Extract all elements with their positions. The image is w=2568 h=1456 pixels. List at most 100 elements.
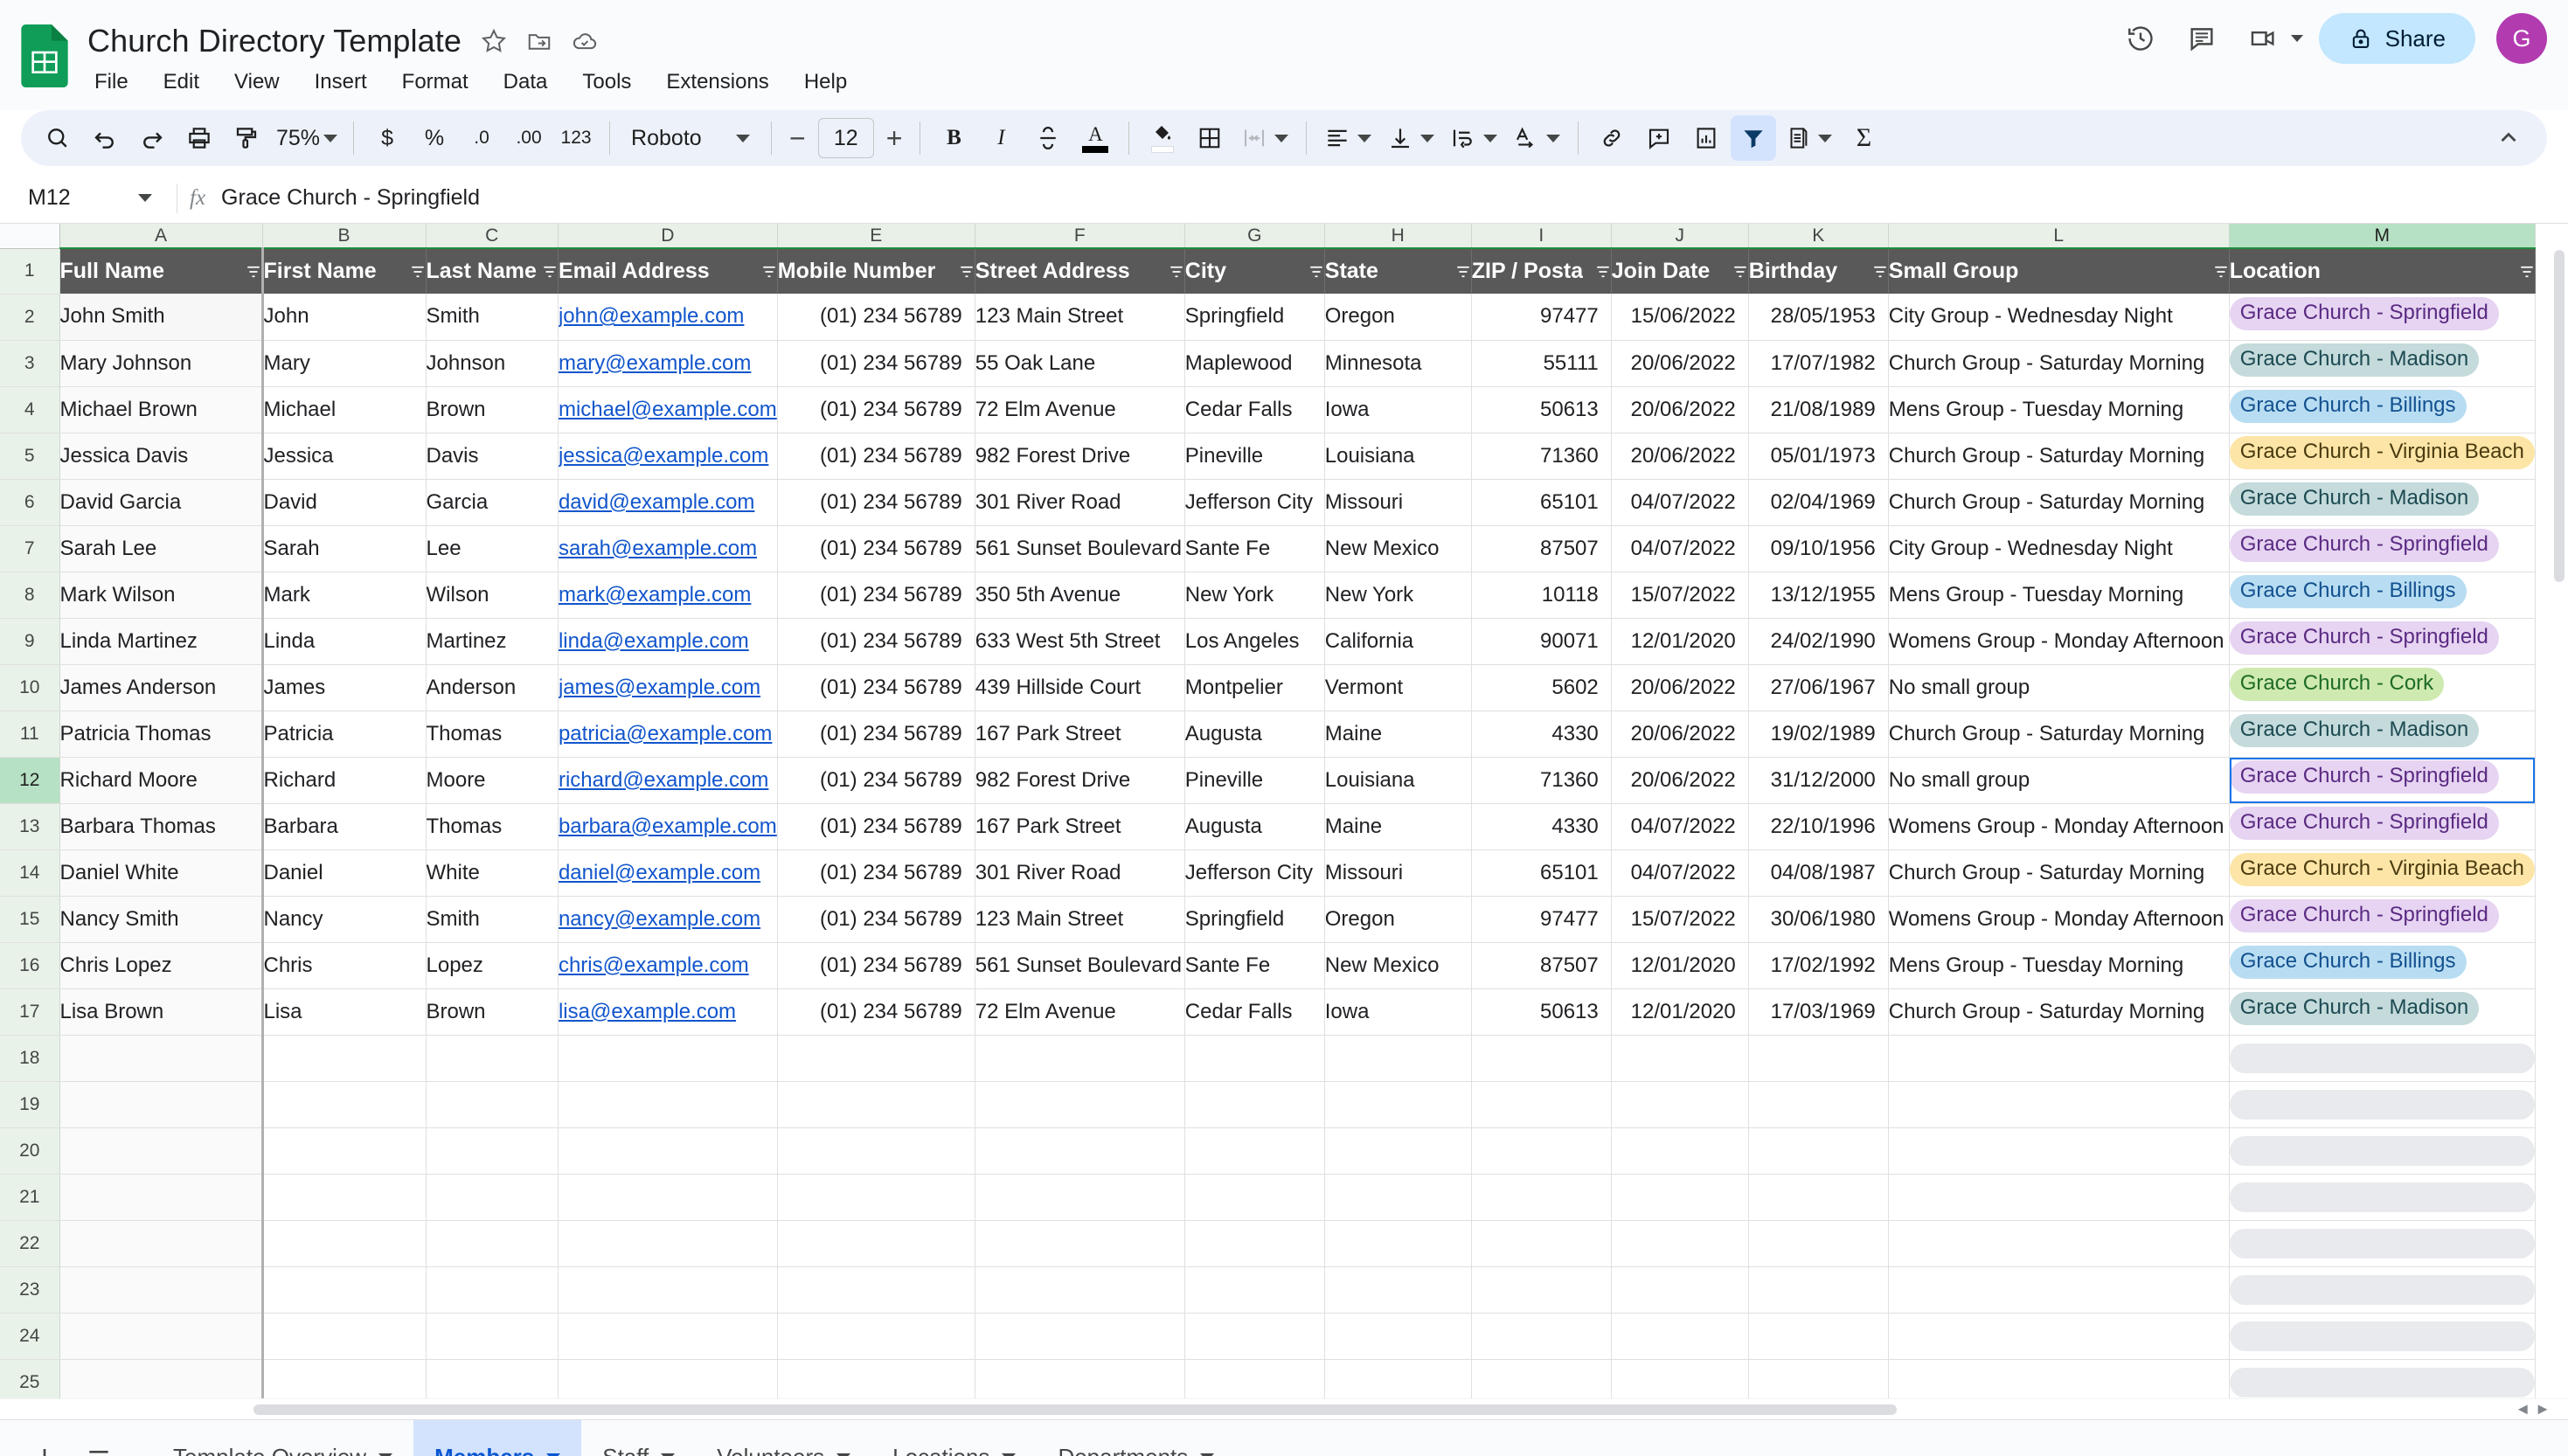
cell-join-date[interactable]: 12/01/2020 [1611, 942, 1749, 989]
insert-link-icon[interactable] [1589, 115, 1634, 161]
cell-zip[interactable]: 87507 [1471, 525, 1612, 572]
table-cell-empty[interactable] [59, 1266, 264, 1314]
table-cell-empty[interactable] [1324, 1359, 1472, 1398]
redo-icon[interactable] [129, 115, 175, 161]
table-cell-empty[interactable] [1471, 1081, 1612, 1128]
menu-item-edit[interactable]: Edit [158, 68, 205, 96]
cell-birthday[interactable]: 31/12/2000 [1748, 757, 1889, 804]
table-cell-empty[interactable] [262, 1313, 427, 1360]
table-cell-empty[interactable] [1471, 1266, 1612, 1314]
row-header-25[interactable]: 25 [0, 1359, 60, 1398]
column-header-f[interactable]: F [975, 224, 1185, 249]
cell-full-name[interactable]: John Smith [59, 294, 264, 341]
row-header-18[interactable]: 18 [0, 1035, 60, 1082]
cell-city[interactable]: Sante Fe [1184, 525, 1325, 572]
cell-email-address[interactable]: linda@example.com [558, 618, 778, 665]
row-header-17[interactable]: 17 [0, 988, 60, 1036]
cell-street-address[interactable]: 167 Park Street [975, 711, 1185, 758]
cell-city[interactable]: Jefferson City [1184, 849, 1325, 897]
name-box[interactable]: M12 [16, 178, 164, 218]
table-cell-empty[interactable] [59, 1220, 264, 1267]
cell-location[interactable]: Grace Church - Springfield [2229, 896, 2536, 943]
cell-small-group[interactable]: No small group [1888, 757, 2230, 804]
cell-city[interactable]: Springfield [1184, 294, 1325, 341]
cell-first-name[interactable]: Sarah [262, 525, 427, 572]
cell-city[interactable]: Pineville [1184, 757, 1325, 804]
table-cell-empty[interactable] [975, 1313, 1185, 1360]
cell-full-name[interactable]: Sarah Lee [59, 525, 264, 572]
table-cell-empty[interactable] [1888, 1220, 2230, 1267]
cell-email-address[interactable]: james@example.com [558, 664, 778, 711]
column-header-e[interactable]: E [777, 224, 975, 249]
cell-small-group[interactable]: Mens Group - Tuesday Morning [1888, 572, 2230, 619]
cell-small-group[interactable]: Mens Group - Tuesday Morning [1888, 386, 2230, 433]
cell-zip[interactable]: 4330 [1471, 711, 1612, 758]
cell-email-address[interactable]: john@example.com [558, 294, 778, 341]
email-link[interactable]: richard@example.com [559, 768, 768, 792]
cell-email-address[interactable]: daniel@example.com [558, 849, 778, 897]
cell-zip[interactable]: 10118 [1471, 572, 1612, 619]
cell-full-name[interactable]: Daniel White [59, 849, 264, 897]
cell-state[interactable]: Louisiana [1324, 757, 1472, 804]
cell-street-address[interactable]: 982 Forest Drive [975, 433, 1185, 480]
column-header-l[interactable]: L [1888, 224, 2230, 249]
strikethrough-icon[interactable] [1025, 115, 1071, 161]
table-cell-empty[interactable] [262, 1174, 427, 1221]
cell-last-name[interactable]: Wilson [426, 572, 559, 619]
table-cell-empty[interactable] [426, 1174, 559, 1221]
table-cell-empty[interactable] [1184, 1035, 1325, 1082]
table-cell-empty[interactable] [975, 1035, 1185, 1082]
horizontal-scroll-thumb[interactable] [253, 1404, 1897, 1415]
text-wrap-icon[interactable] [1443, 115, 1504, 161]
table-cell-empty[interactable] [1184, 1127, 1325, 1175]
email-link[interactable]: linda@example.com [559, 629, 749, 653]
cell-email-address[interactable]: michael@example.com [558, 386, 778, 433]
row-header-20[interactable]: 20 [0, 1127, 60, 1175]
cell-birthday[interactable]: 27/06/1967 [1748, 664, 1889, 711]
cell-small-group[interactable]: Church Group - Saturday Morning [1888, 711, 2230, 758]
column-header-c[interactable]: C [426, 224, 559, 249]
cell-location[interactable]: Grace Church - Springfield [2229, 525, 2536, 572]
cell-first-name[interactable]: John [262, 294, 427, 341]
cell-last-name[interactable]: White [426, 849, 559, 897]
cell-first-name[interactable]: Barbara [262, 803, 427, 850]
cell-street-address[interactable]: 123 Main Street [975, 896, 1185, 943]
table-cell-empty[interactable] [777, 1081, 975, 1128]
table-cell-empty[interactable] [59, 1127, 264, 1175]
cell-state[interactable]: Oregon [1324, 896, 1472, 943]
cell-state[interactable]: Maine [1324, 803, 1472, 850]
video-call-icon[interactable] [2237, 12, 2289, 65]
row-header-1[interactable]: 1 [0, 248, 60, 295]
cell-last-name[interactable]: Davis [426, 433, 559, 480]
video-call-button[interactable] [2237, 12, 2303, 65]
cell-state[interactable]: Maine [1324, 711, 1472, 758]
table-cell-empty[interactable] [558, 1220, 778, 1267]
text-color-button[interactable]: A [1072, 115, 1118, 161]
cell-zip[interactable]: 97477 [1471, 294, 1612, 341]
table-cell-empty[interactable] [1184, 1220, 1325, 1267]
cell-street-address[interactable]: 167 Park Street [975, 803, 1185, 850]
table-cell-empty[interactable] [1611, 1220, 1749, 1267]
table-cell-empty[interactable] [426, 1127, 559, 1175]
cell-location[interactable]: Grace Church - Madison [2229, 479, 2536, 526]
table-cell-empty[interactable] [1184, 1174, 1325, 1221]
menu-item-format[interactable]: Format [397, 68, 474, 96]
column-filter-icon[interactable] [1455, 264, 1471, 280]
cell-full-name[interactable]: Chris Lopez [59, 942, 264, 989]
font-size-stepper[interactable]: − + [782, 118, 909, 158]
cell-email-address[interactable]: nancy@example.com [558, 896, 778, 943]
cell-street-address[interactable]: 982 Forest Drive [975, 757, 1185, 804]
table-cell-empty[interactable] [426, 1081, 559, 1128]
cell-state[interactable]: Oregon [1324, 294, 1472, 341]
row-header-9[interactable]: 9 [0, 618, 60, 665]
cell-small-group[interactable]: Church Group - Saturday Morning [1888, 340, 2230, 387]
table-cell-empty[interactable] [1324, 1220, 1472, 1267]
cell-mobile-number[interactable]: (01) 234 56789 [777, 988, 975, 1036]
search-icon[interactable] [35, 115, 80, 161]
cell-street-address[interactable]: 561 Sunset Boulevard [975, 942, 1185, 989]
row-header-15[interactable]: 15 [0, 896, 60, 943]
cell-small-group[interactable]: Church Group - Saturday Morning [1888, 433, 2230, 480]
cell-state[interactable]: New Mexico [1324, 942, 1472, 989]
menu-item-insert[interactable]: Insert [309, 68, 372, 96]
table-cell-empty[interactable] [1471, 1359, 1612, 1398]
